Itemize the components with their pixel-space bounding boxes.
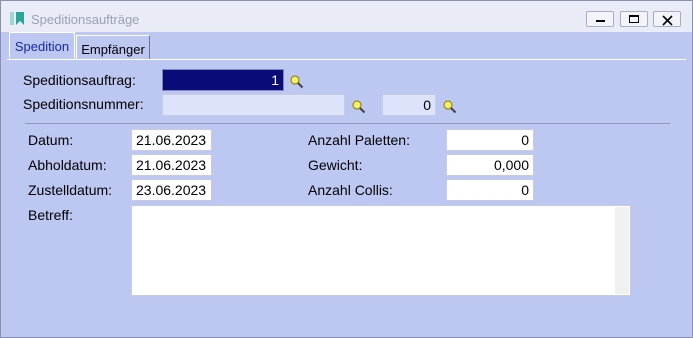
abholdatum-field[interactable]: 21.06.2023 — [131, 154, 212, 176]
section-divider — [25, 123, 670, 124]
zustelldatum-label: Zustelldatum: — [28, 182, 113, 198]
tab-empfaenger[interactable]: Empfänger — [76, 35, 150, 59]
title-bar: Speditionsaufträge — [1, 1, 692, 32]
speditionsnummer-count-search-icon[interactable] — [443, 100, 457, 114]
window-title: Speditionsaufträge — [31, 12, 140, 27]
maximize-button[interactable] — [620, 11, 648, 27]
tab-strip: Spedition Empfänger — [1, 32, 692, 59]
datum-label: Datum: — [28, 132, 74, 148]
speditionsnummer-search-icon[interactable] — [352, 100, 366, 114]
zustelldatum-field[interactable]: 23.06.2023 — [131, 179, 212, 201]
betreff-label: Betreff: — [28, 207, 73, 223]
minimize-button[interactable] — [586, 11, 614, 27]
anzahl-collis-field[interactable]: 0 — [446, 179, 534, 201]
anzahl-paletten-label: Anzahl Paletten: — [308, 132, 410, 148]
minimize-icon — [596, 20, 605, 22]
anzahl-paletten-field[interactable]: 0 — [446, 129, 534, 151]
speditionsauftrag-label: Speditionsauftrag: — [23, 72, 136, 88]
speditionsnummer-label: Speditionsnummer: — [23, 96, 144, 112]
close-icon — [662, 13, 673, 31]
speditionsauftraege-window: Speditionsaufträge Spedition Empfänger S… — [0, 0, 693, 338]
speditionsauftrag-field[interactable]: 1 — [162, 69, 284, 91]
tab-spedition[interactable]: Spedition — [9, 32, 75, 58]
speditionsnummer-field[interactable] — [162, 94, 345, 116]
gewicht-field[interactable]: 0,000 — [446, 154, 534, 176]
maximize-icon — [629, 15, 639, 23]
abholdatum-label: Abholdatum: — [28, 157, 107, 173]
betreff-textarea[interactable] — [131, 205, 631, 296]
datum-field[interactable]: 21.06.2023 — [131, 129, 212, 151]
anzahl-collis-label: Anzahl Collis: — [308, 182, 393, 198]
app-bookmark-icon — [10, 12, 28, 26]
speditionsauftrag-search-icon[interactable] — [290, 75, 304, 89]
gewicht-label: Gewicht: — [308, 157, 363, 173]
betreff-scrollbar[interactable] — [615, 207, 629, 294]
close-button[interactable] — [653, 11, 681, 27]
speditionsnummer-count-field[interactable]: 0 — [382, 94, 436, 116]
